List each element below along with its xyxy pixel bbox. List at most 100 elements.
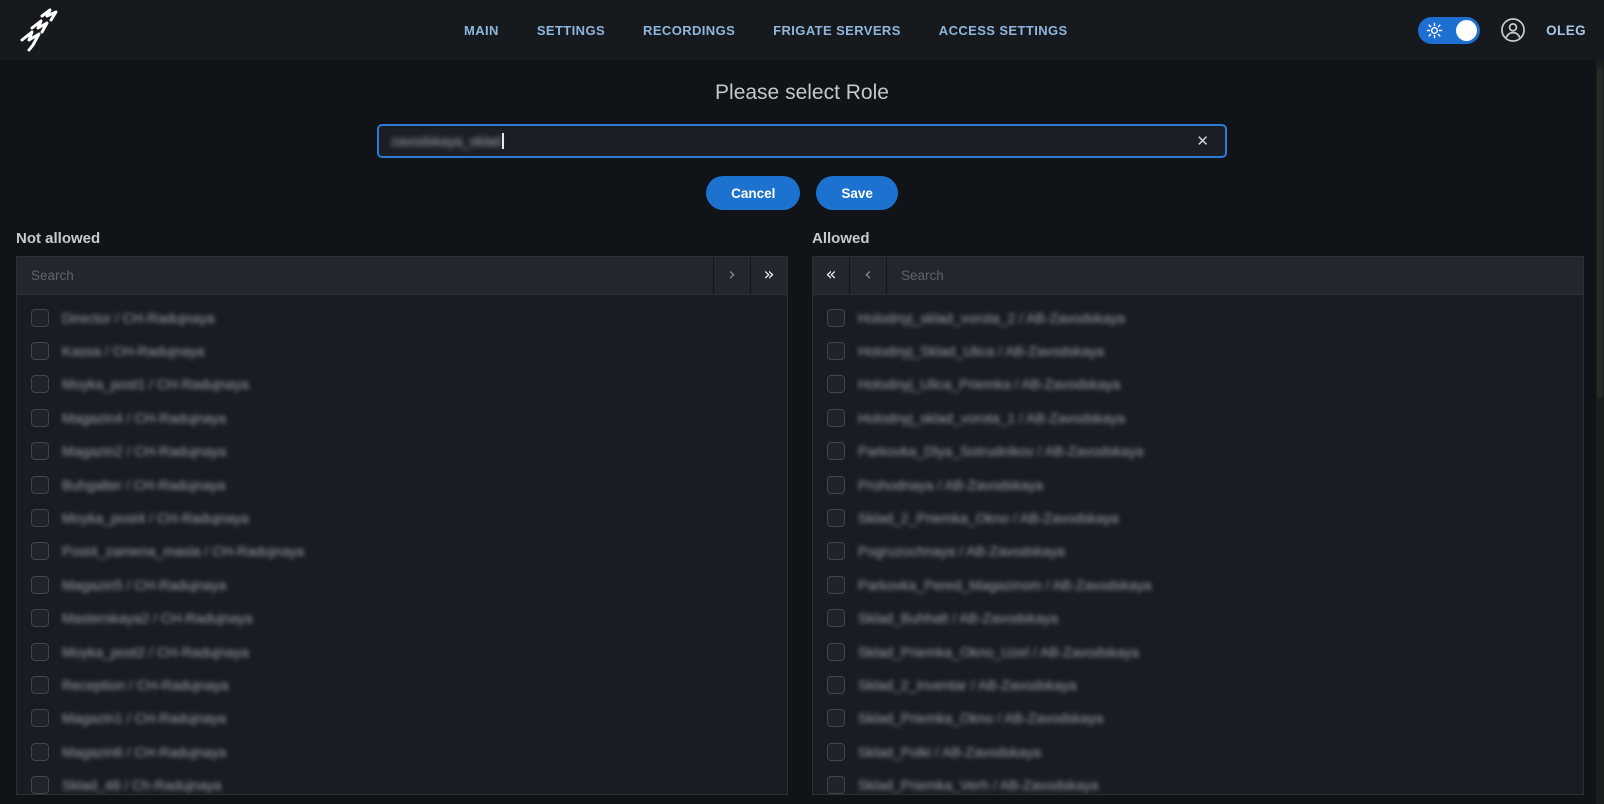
cancel-button[interactable]: Cancel bbox=[706, 176, 800, 210]
list-item[interactable]: Magazin4 / CH-Radujnaya bbox=[17, 401, 787, 434]
item-checkbox[interactable] bbox=[31, 476, 49, 494]
list-item[interactable]: Sklad_Priemka_Verh / AB-Zavodskaya bbox=[813, 768, 1583, 794]
item-label: Magazin5 / CH-Radujnaya bbox=[62, 577, 226, 593]
item-label: Prohodnaya / AB-Zavodskaya bbox=[858, 477, 1043, 493]
item-checkbox[interactable] bbox=[827, 442, 845, 460]
save-button[interactable]: Save bbox=[816, 176, 898, 210]
list-item[interactable]: Magazin6 / CH-Radujnaya bbox=[17, 735, 787, 768]
list-item[interactable]: Sklad_2_Priemka_Okno / AB-Zavodskaya bbox=[813, 501, 1583, 534]
list-item[interactable]: Holodnyj_Sklad_Ulica / AB-Zavodskaya bbox=[813, 334, 1583, 367]
list-item[interactable]: Prohodnaya / AB-Zavodskaya bbox=[813, 468, 1583, 501]
item-label: Magazin6 / CH-Radujnaya bbox=[62, 744, 226, 760]
list-item[interactable]: Holodnyj_sklad_vorota_1 / AB-Zavodskaya bbox=[813, 401, 1583, 434]
role-input[interactable]: zavodskaya_sklad ✕ bbox=[377, 124, 1227, 158]
list-item[interactable]: Sklad_48 / Ch-Radujnaya bbox=[17, 768, 787, 794]
list-item[interactable]: Sklad_Priemka_Okno_Uzel / AB-Zavodskaya bbox=[813, 635, 1583, 668]
item-checkbox[interactable] bbox=[31, 709, 49, 727]
list-item[interactable]: Holodnyj_sklad_vorota_2 / AB-Zavodskaya bbox=[813, 301, 1583, 334]
list-item[interactable]: Moyka_post2 / CH-Radujnaya bbox=[17, 635, 787, 668]
item-label: Sklad_2_Inventar / AB-Zavodskaya bbox=[858, 677, 1077, 693]
list-item[interactable]: Sklad_Buhhalt / AB-Zavodskaya bbox=[813, 602, 1583, 635]
list-item[interactable]: Reception / CH-Radujnaya bbox=[17, 668, 787, 701]
list-item[interactable]: Magazin2 / CH-Radujnaya bbox=[17, 435, 787, 468]
list-item[interactable]: Magazin1 / CH-Radujnaya bbox=[17, 702, 787, 735]
item-checkbox[interactable] bbox=[31, 375, 49, 393]
item-label: Sklad_Priemka_Okno / AB-Zavodskaya bbox=[858, 710, 1103, 726]
item-checkbox[interactable] bbox=[31, 776, 49, 794]
page-scrollbar[interactable] bbox=[1596, 60, 1604, 804]
item-label: Moyka_post1 / CH-Radujnaya bbox=[62, 376, 249, 392]
nav-item-settings[interactable]: SETTINGS bbox=[537, 23, 605, 38]
list-item[interactable]: Sklad_Polki / AB-Zavodskaya bbox=[813, 735, 1583, 768]
item-checkbox[interactable] bbox=[827, 409, 845, 427]
item-label: Parkovka_Dlya_Sotrudnikov / AB-Zavodskay… bbox=[858, 443, 1144, 459]
item-label: Buhgalter / CH-Radujnaya bbox=[62, 477, 225, 493]
not-allowed-toolbar: › » bbox=[17, 257, 787, 295]
item-label: Holodnyj_sklad_vorota_2 / AB-Zavodskaya bbox=[858, 310, 1125, 326]
item-checkbox[interactable] bbox=[31, 576, 49, 594]
clear-input-button[interactable]: ✕ bbox=[1192, 132, 1213, 151]
item-checkbox[interactable] bbox=[31, 509, 49, 527]
list-item[interactable]: Director / CH-Radujnaya bbox=[17, 301, 787, 334]
user-avatar-icon[interactable] bbox=[1500, 17, 1526, 43]
allowed-panel: « ‹ Holodnyj_sklad_vorota_2 / AB-Zavodsk… bbox=[812, 256, 1584, 795]
item-checkbox[interactable] bbox=[827, 542, 845, 560]
item-label: Magazin2 / CH-Radujnaya bbox=[62, 443, 226, 459]
nav-item-recordings[interactable]: RECORDINGS bbox=[643, 23, 735, 38]
item-checkbox[interactable] bbox=[31, 676, 49, 694]
item-checkbox[interactable] bbox=[827, 743, 845, 761]
allowed-column: Allowed « ‹ Holodnyj_sklad_vorota_2 / AB… bbox=[812, 230, 1584, 795]
list-item[interactable]: Pogruzochnaya / AB-Zavodskaya bbox=[813, 535, 1583, 568]
item-checkbox[interactable] bbox=[827, 375, 845, 393]
current-user-label[interactable]: OLEG bbox=[1546, 23, 1586, 38]
list-item[interactable]: Sklad_Priemka_Okno / AB-Zavodskaya bbox=[813, 702, 1583, 735]
list-item[interactable]: Parkovka_Dlya_Sotrudnikov / AB-Zavodskay… bbox=[813, 435, 1583, 468]
item-checkbox[interactable] bbox=[827, 342, 845, 360]
list-item[interactable]: Moyka_post4 / CH-Radujnaya bbox=[17, 501, 787, 534]
item-label: Sklad_Buhhalt / AB-Zavodskaya bbox=[858, 610, 1058, 626]
list-item[interactable]: Parkovka_Pered_Magazinom / AB-Zavodskaya bbox=[813, 568, 1583, 601]
item-label: Holodnyj_Sklad_Ulica / AB-Zavodskaya bbox=[858, 343, 1104, 359]
theme-toggle[interactable] bbox=[1418, 17, 1480, 44]
list-item[interactable]: Moyka_post1 / CH-Radujnaya bbox=[17, 368, 787, 401]
move-selected-left-button[interactable]: ‹ bbox=[850, 257, 887, 294]
move-all-right-button[interactable]: » bbox=[750, 257, 787, 294]
item-checkbox[interactable] bbox=[827, 676, 845, 694]
frigate-birds-logo-icon[interactable] bbox=[18, 7, 64, 53]
allowed-search-input[interactable] bbox=[887, 257, 1583, 294]
nav-item-main[interactable]: MAIN bbox=[464, 23, 499, 38]
list-item[interactable]: Magazin5 / CH-Radujnaya bbox=[17, 568, 787, 601]
move-selected-right-button[interactable]: › bbox=[713, 257, 750, 294]
allowed-title: Allowed bbox=[812, 230, 1584, 247]
item-checkbox[interactable] bbox=[31, 643, 49, 661]
nav-item-access-settings[interactable]: ACCESS SETTINGS bbox=[939, 23, 1068, 38]
item-checkbox[interactable] bbox=[31, 542, 49, 560]
list-item[interactable]: Holodnyj_Ulica_Priemka / AB-Zavodskaya bbox=[813, 368, 1583, 401]
list-item[interactable]: Kassa / CH-Radujnaya bbox=[17, 334, 787, 367]
item-checkbox[interactable] bbox=[827, 709, 845, 727]
item-checkbox[interactable] bbox=[827, 576, 845, 594]
main-nav: MAIN SETTINGS RECORDINGS FRIGATE SERVERS… bbox=[464, 0, 1068, 60]
item-checkbox[interactable] bbox=[31, 743, 49, 761]
list-item[interactable]: Masterskaya2 / CH-Radujnaya bbox=[17, 602, 787, 635]
list-item[interactable]: Buhgalter / CH-Radujnaya bbox=[17, 468, 787, 501]
item-checkbox[interactable] bbox=[827, 776, 845, 794]
nav-item-frigate-servers[interactable]: FRIGATE SERVERS bbox=[773, 23, 901, 38]
item-label: Sklad_Polki / AB-Zavodskaya bbox=[858, 744, 1041, 760]
list-item[interactable]: Post4_zamena_masla / CH-Radujnaya bbox=[17, 535, 787, 568]
move-all-left-button[interactable]: « bbox=[813, 257, 850, 294]
scrollbar-thumb[interactable] bbox=[1597, 68, 1603, 398]
not-allowed-search-input[interactable] bbox=[17, 257, 713, 294]
item-checkbox[interactable] bbox=[827, 643, 845, 661]
item-checkbox[interactable] bbox=[827, 609, 845, 627]
text-caret bbox=[502, 133, 504, 149]
item-checkbox[interactable] bbox=[31, 442, 49, 460]
item-checkbox[interactable] bbox=[31, 342, 49, 360]
item-checkbox[interactable] bbox=[827, 309, 845, 327]
item-checkbox[interactable] bbox=[31, 609, 49, 627]
item-checkbox[interactable] bbox=[31, 409, 49, 427]
list-item[interactable]: Sklad_2_Inventar / AB-Zavodskaya bbox=[813, 668, 1583, 701]
item-checkbox[interactable] bbox=[827, 509, 845, 527]
item-checkbox[interactable] bbox=[827, 476, 845, 494]
item-checkbox[interactable] bbox=[31, 309, 49, 327]
